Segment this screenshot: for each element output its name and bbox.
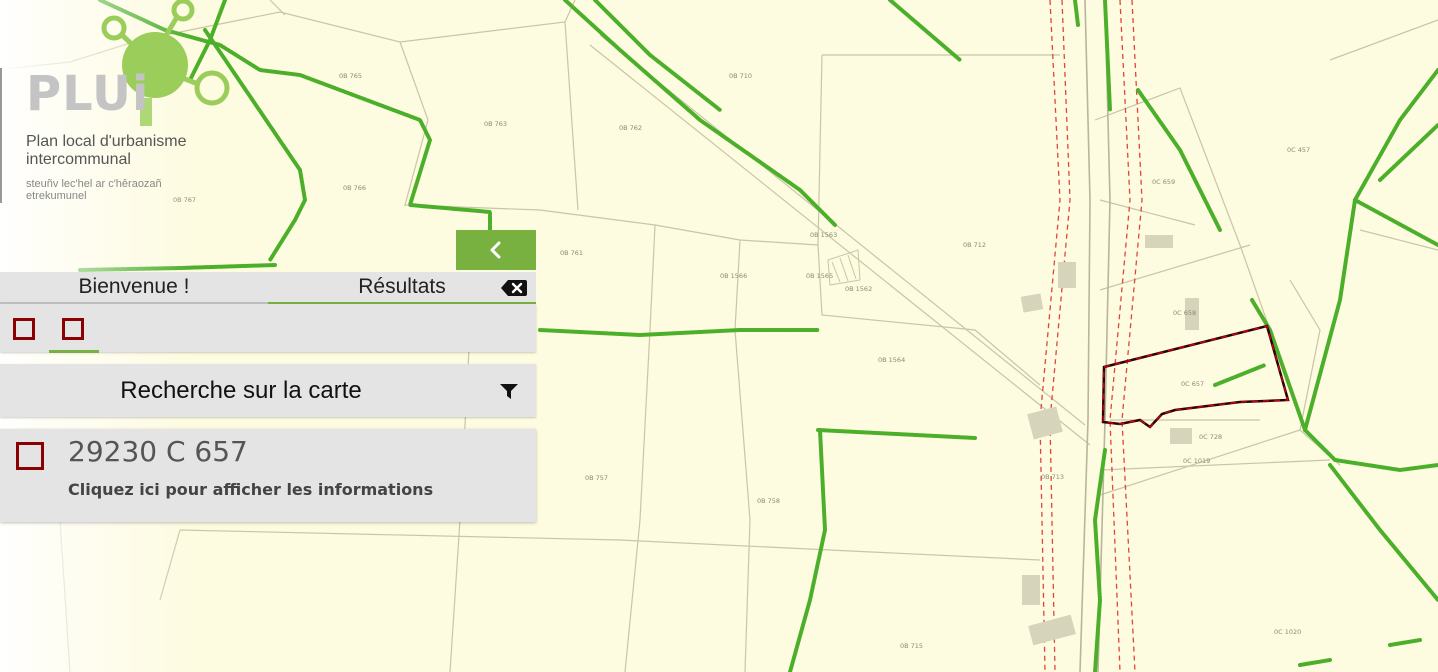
svg-text:0B 1562: 0B 1562	[845, 285, 872, 293]
filter-icon[interactable]	[499, 383, 519, 400]
svg-text:0B 715: 0B 715	[900, 642, 923, 650]
svg-text:0B 713: 0B 713	[1041, 473, 1064, 481]
selection-tools-bar	[0, 304, 536, 353]
svg-text:0C 728: 0C 728	[1199, 433, 1222, 441]
svg-text:0B 1565: 0B 1565	[806, 272, 833, 280]
result-info-link[interactable]: Cliquez ici pour afficher les informatio…	[68, 480, 433, 499]
svg-text:0B 1566: 0B 1566	[720, 272, 747, 280]
result-parcel-id: 29230 C 657	[68, 435, 248, 468]
svg-text:0C 1020: 0C 1020	[1274, 628, 1301, 636]
backspace-x-icon[interactable]	[500, 278, 528, 298]
logo-subtitle-line2: intercommunal	[26, 151, 131, 168]
collapse-panel-button[interactable]	[456, 230, 536, 270]
svg-text:0C 457: 0C 457	[1287, 146, 1310, 154]
svg-text:0B 763: 0B 763	[484, 120, 507, 128]
logo-subtitle-line1: Plan local d'urbanisme	[26, 133, 187, 150]
chevron-left-icon	[490, 241, 501, 259]
svg-text:0B 710: 0B 710	[729, 72, 752, 80]
svg-text:0C 657: 0C 657	[1181, 380, 1204, 388]
plui-logo: PLUi Plan local d'urbanisme intercommuna…	[0, 0, 240, 215]
tab-results-label: Résultats	[358, 275, 446, 298]
svg-text:0C 1019: 0C 1019	[1183, 457, 1210, 465]
svg-text:0B 1564: 0B 1564	[878, 356, 905, 364]
svg-text:0B 761: 0B 761	[560, 249, 583, 257]
tab-results[interactable]: Résultats	[268, 272, 536, 304]
map-search-bar[interactable]: Recherche sur la carte	[0, 364, 536, 417]
svg-text:0B 758: 0B 758	[757, 497, 780, 505]
logo-breton-line1: steuñv lec'hel ar c'hêraozañ	[26, 178, 162, 190]
svg-text:0B 766: 0B 766	[343, 184, 366, 192]
panel-tabs: Bienvenue ! Résultats	[0, 272, 536, 304]
result-card[interactable]: 29230 C 657 Cliquez ici pour afficher le…	[0, 429, 536, 522]
svg-text:0B 712: 0B 712	[963, 241, 986, 249]
select-square-tool-2[interactable]	[62, 318, 84, 340]
logo-breton-line2: etrekumunel	[26, 190, 87, 202]
logo-divider	[0, 68, 2, 203]
result-select-checkbox[interactable]	[16, 442, 44, 470]
logo-title: PLUi	[26, 66, 150, 122]
svg-text:0B 765: 0B 765	[339, 72, 362, 80]
tab-welcome[interactable]: Bienvenue !	[0, 272, 268, 304]
svg-text:0C 658: 0C 658	[1173, 309, 1196, 317]
map-search-title: Recherche sur la carte	[120, 377, 362, 404]
select-square-tool-1[interactable]	[13, 318, 35, 340]
svg-text:0B 757: 0B 757	[585, 474, 608, 482]
active-tool-indicator	[49, 350, 99, 353]
svg-text:0B 1563: 0B 1563	[810, 231, 837, 239]
svg-text:0C 659: 0C 659	[1152, 178, 1175, 186]
svg-text:0B 762: 0B 762	[619, 124, 642, 132]
